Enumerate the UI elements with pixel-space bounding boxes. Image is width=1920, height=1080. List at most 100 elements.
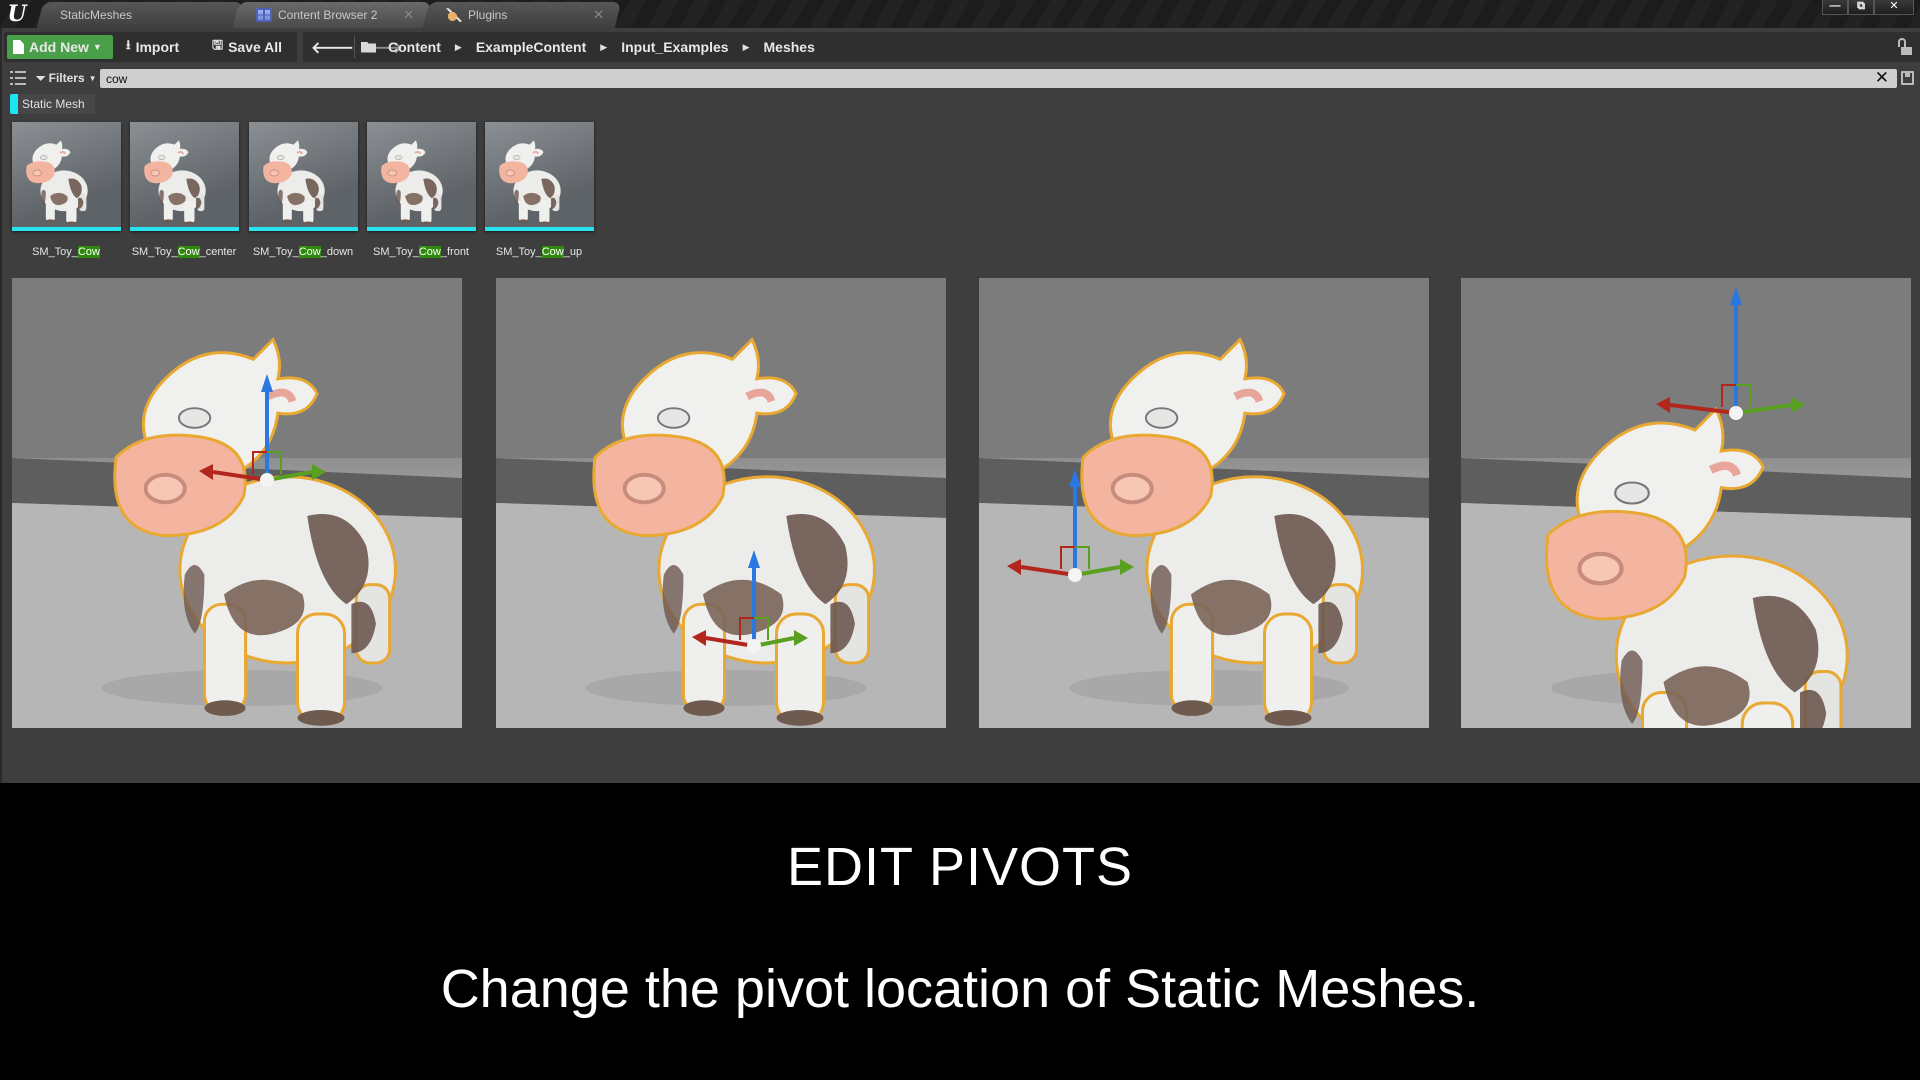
- asset-name-prefix: SM_Toy_: [372, 246, 419, 258]
- tab-label: StaticMeshes: [60, 8, 133, 22]
- asset-name-prefix: SM_Toy_: [252, 246, 299, 258]
- filter-icon: ⏷: [36, 70, 46, 85]
- cow-mesh: [144, 140, 206, 225]
- cow-thumbnail-icon: [499, 140, 561, 225]
- asset-thumbnail[interactable]: [367, 122, 476, 231]
- path-bar: 🡐 🡒 Content ▶ ExampleContent ▶ Input_Exa…: [303, 32, 1920, 62]
- chevron-right-icon[interactable]: ▶: [455, 42, 462, 53]
- asset-thumbnail[interactable]: [130, 122, 239, 231]
- cow-mesh: [381, 140, 443, 225]
- gizmo-pivot-point: [1068, 568, 1082, 582]
- restore-button[interactable]: ⧉: [1848, 0, 1874, 15]
- caption-title: EDIT PIVOTS: [786, 837, 1134, 897]
- viewport-render: [12, 278, 462, 728]
- viewport-render: [979, 278, 1429, 728]
- preview-viewport-pivot-front[interactable]: [979, 278, 1429, 728]
- plug-icon: [446, 8, 462, 22]
- asset-name[interactable]: SM_Toy_Cow_center: [125, 246, 243, 258]
- search-match-highlight: Cow: [77, 246, 100, 258]
- breadcrumb-item[interactable]: Input_Examples: [621, 39, 728, 55]
- preview-viewport-pivot-neck[interactable]: [12, 278, 462, 728]
- asset-name[interactable]: SM_Toy_Cow_up: [480, 246, 598, 258]
- asset-thumbnail[interactable]: [12, 122, 121, 231]
- tab-static-meshes[interactable]: StaticMeshes: [36, 2, 244, 28]
- asset-name[interactable]: SM_Toy_Cow_front: [362, 246, 480, 258]
- cow-thumbnail-icon: [144, 140, 206, 225]
- chevron-down-icon: ▼: [92, 42, 102, 52]
- content-browser: Add New ▼ ⭳ Import 🖫 Save All 🡐 🡒 Conten…: [0, 28, 1920, 783]
- import-label: Import: [135, 39, 180, 55]
- cow-mesh: [26, 140, 88, 225]
- asset-name-prefix: SM_Toy_: [32, 246, 78, 258]
- close-window-button[interactable]: ✕: [1874, 0, 1914, 15]
- breadcrumb-item[interactable]: Content: [388, 39, 441, 55]
- search-match-highlight: Cow: [298, 246, 321, 258]
- toggle-sources-icon[interactable]: [10, 70, 26, 86]
- filter-chip-static-mesh[interactable]: Static Mesh: [10, 94, 95, 114]
- save-all-button[interactable]: 🖫 Save All: [212, 35, 282, 59]
- close-tab-icon[interactable]: ✕: [403, 2, 414, 28]
- asset-name-prefix: SM_Toy_: [495, 246, 542, 258]
- add-new-button[interactable]: Add New ▼: [7, 35, 113, 59]
- search-match-highlight: Cow: [418, 246, 441, 258]
- clear-search-icon[interactable]: ✕: [1875, 68, 1889, 88]
- unlock-icon[interactable]: [1898, 38, 1912, 56]
- folder-icon[interactable]: [361, 41, 376, 53]
- asset-thumbnail[interactable]: [485, 122, 594, 231]
- download-icon: ⭳: [126, 37, 131, 52]
- cow-thumbnail-icon: [26, 140, 88, 225]
- gizmo-pivot-point: [747, 639, 761, 653]
- new-document-icon: [13, 40, 24, 54]
- close-tab-icon[interactable]: ✕: [593, 2, 604, 28]
- cow-thumbnail-icon: [263, 140, 325, 225]
- chevron-right-icon[interactable]: ▶: [600, 42, 607, 53]
- filters-button[interactable]: ⏷ Filters ▼: [36, 68, 97, 88]
- tab-plugins[interactable]: Plugins ✕: [422, 2, 622, 28]
- save-search-icon[interactable]: [1901, 71, 1914, 85]
- import-button[interactable]: ⭳ Import: [126, 35, 179, 59]
- save-icon: 🖫: [212, 37, 224, 52]
- gizmo-pivot-point: [1729, 406, 1743, 420]
- divider: [354, 36, 355, 58]
- asset-name-suffix: _front: [440, 246, 469, 258]
- breadcrumb: Content ▶ ExampleContent ▶ Input_Example…: [361, 35, 815, 59]
- tab-content-browser-2[interactable]: Content Browser 2 ✕: [232, 2, 432, 28]
- add-new-label: Add New: [29, 39, 89, 55]
- chip-label: Static Mesh: [22, 97, 85, 111]
- asset-thumbnail[interactable]: [249, 122, 358, 231]
- title-bar: U StaticMeshes Content Browser 2 ✕ Plugi…: [0, 0, 1920, 28]
- asset-name-suffix: _down: [320, 246, 354, 258]
- viewport-render: [496, 278, 946, 728]
- unreal-logo-icon[interactable]: U: [4, 2, 30, 26]
- chevron-right-icon[interactable]: ▶: [743, 42, 750, 53]
- breadcrumb-item[interactable]: Meshes: [764, 39, 815, 55]
- save-all-label: Save All: [228, 39, 283, 55]
- asset-name[interactable]: SM_Toy_Cow: [7, 246, 125, 258]
- content-browser-icon: [256, 8, 272, 22]
- preview-viewport-pivot-bottom[interactable]: [496, 278, 946, 728]
- tab-label: Plugins: [468, 8, 508, 22]
- search-box: ✕: [100, 68, 1897, 88]
- cow-mesh: [263, 140, 325, 225]
- asset-name-prefix: SM_Toy_: [131, 246, 178, 258]
- search-match-highlight: Cow: [541, 246, 564, 258]
- asset-name[interactable]: SM_Toy_Cow_down: [244, 246, 362, 258]
- viewport-render: [1461, 278, 1911, 728]
- minimize-button[interactable]: —: [1822, 0, 1848, 15]
- asset-name-suffix: _center: [199, 246, 237, 258]
- preview-viewport-pivot-top[interactable]: [1461, 278, 1911, 728]
- chevron-down-icon: ▼: [88, 73, 97, 83]
- back-arrow-icon[interactable]: 🡐: [311, 37, 354, 58]
- breadcrumb-item[interactable]: ExampleContent: [476, 39, 586, 55]
- filters-label: Filters: [48, 71, 85, 85]
- search-input[interactable]: [100, 69, 1897, 88]
- gizmo-pivot-point: [260, 473, 274, 487]
- cow-thumbnail-icon: [381, 140, 443, 225]
- caption-subtitle: Change the pivot location of Static Mesh…: [440, 959, 1480, 1019]
- window-controls: — ⧉ ✕: [1822, 0, 1914, 15]
- search-match-highlight: Cow: [177, 246, 200, 258]
- asset-name-suffix: _up: [563, 246, 583, 258]
- cow-mesh: [499, 140, 561, 225]
- tab-label: Content Browser 2: [278, 8, 378, 22]
- asset-toolbar: Add New ▼ ⭳ Import 🖫 Save All: [4, 32, 297, 62]
